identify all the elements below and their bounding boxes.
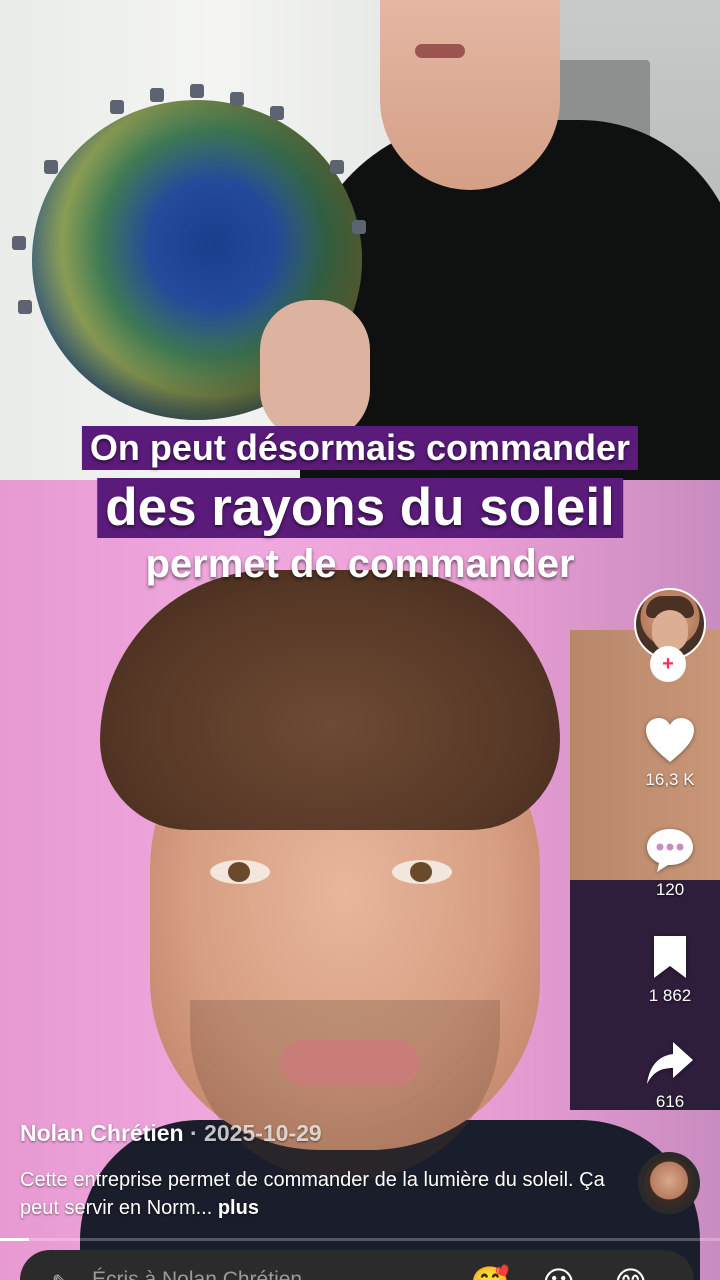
caption-line-3: permet de commander <box>145 542 575 586</box>
top-video-clip <box>0 0 720 480</box>
share-arrow-icon <box>647 1042 693 1084</box>
video-feed-screen[interactable]: On peut désormais commander des rayons d… <box>0 0 720 1280</box>
satellite-model <box>110 100 124 114</box>
caption-line-1: On peut désormais commander <box>81 426 639 470</box>
comment-button[interactable]: 120 <box>630 826 710 900</box>
plus-icon: + <box>662 653 674 675</box>
speaker-mouth <box>280 1040 420 1086</box>
save-button[interactable]: 1 862 <box>630 934 710 1006</box>
speaker-left-eye <box>210 860 270 884</box>
presenter-neck <box>380 0 560 190</box>
save-count: 1 862 <box>648 986 692 1005</box>
satellite-model <box>330 160 344 174</box>
follow-button[interactable]: + <box>650 646 686 682</box>
comment-count: 120 <box>655 880 685 899</box>
emoji-smile-button[interactable]: 😊 <box>614 1264 647 1280</box>
speaker-right-eye <box>392 860 452 884</box>
emoji-heart-eyes-button[interactable]: 🥰 <box>470 1264 510 1280</box>
like-button[interactable]: 16,3 K <box>630 716 710 790</box>
comment-bubble-icon <box>647 829 693 872</box>
satellite-model <box>230 92 244 106</box>
satellite-model <box>270 106 284 120</box>
post-date: 2025-10-29 <box>204 1120 322 1146</box>
comment-input-bar[interactable]: ✎ Écris à Nolan Chrétien... 🥰 😮 😊 <box>20 1250 694 1280</box>
pencil-icon: ✎ <box>52 1270 69 1280</box>
satellite-model <box>18 300 32 314</box>
main-video-clip <box>0 480 720 1280</box>
satellite-model <box>44 160 58 174</box>
video-progress-fill <box>0 1238 29 1241</box>
emoji-surprised-button[interactable]: 😮 <box>542 1264 575 1280</box>
satellite-model <box>190 84 204 98</box>
video-progress-bar[interactable] <box>0 1238 720 1241</box>
caption-line-2: des rayons du soleil <box>97 478 623 538</box>
satellite-model <box>150 88 164 102</box>
like-count: 16,3 K <box>645 770 695 789</box>
heart-icon <box>646 718 694 762</box>
satellite-model <box>12 236 26 250</box>
presenter-mouth <box>415 44 465 58</box>
author-name[interactable]: Nolan Chrétien <box>20 1120 184 1146</box>
post-author-line: Nolan Chrétien · 2025-10-29 <box>20 1120 322 1147</box>
date-separator: · <box>183 1120 205 1146</box>
sound-disc-icon[interactable] <box>638 1152 700 1214</box>
comment-placeholder: Écris à Nolan Chrétien... <box>92 1268 320 1280</box>
description-text: Cette entreprise permet de commander de … <box>20 1169 605 1219</box>
share-count: 616 <box>655 1092 685 1111</box>
post-description[interactable]: Cette entreprise permet de commander de … <box>20 1166 610 1222</box>
presenter-hand <box>260 300 370 440</box>
speaker-hair <box>100 570 560 830</box>
bookmark-icon <box>654 936 686 978</box>
satellite-model <box>352 220 366 234</box>
more-link[interactable]: plus <box>218 1197 259 1219</box>
share-button[interactable]: 616 <box>630 1040 710 1112</box>
